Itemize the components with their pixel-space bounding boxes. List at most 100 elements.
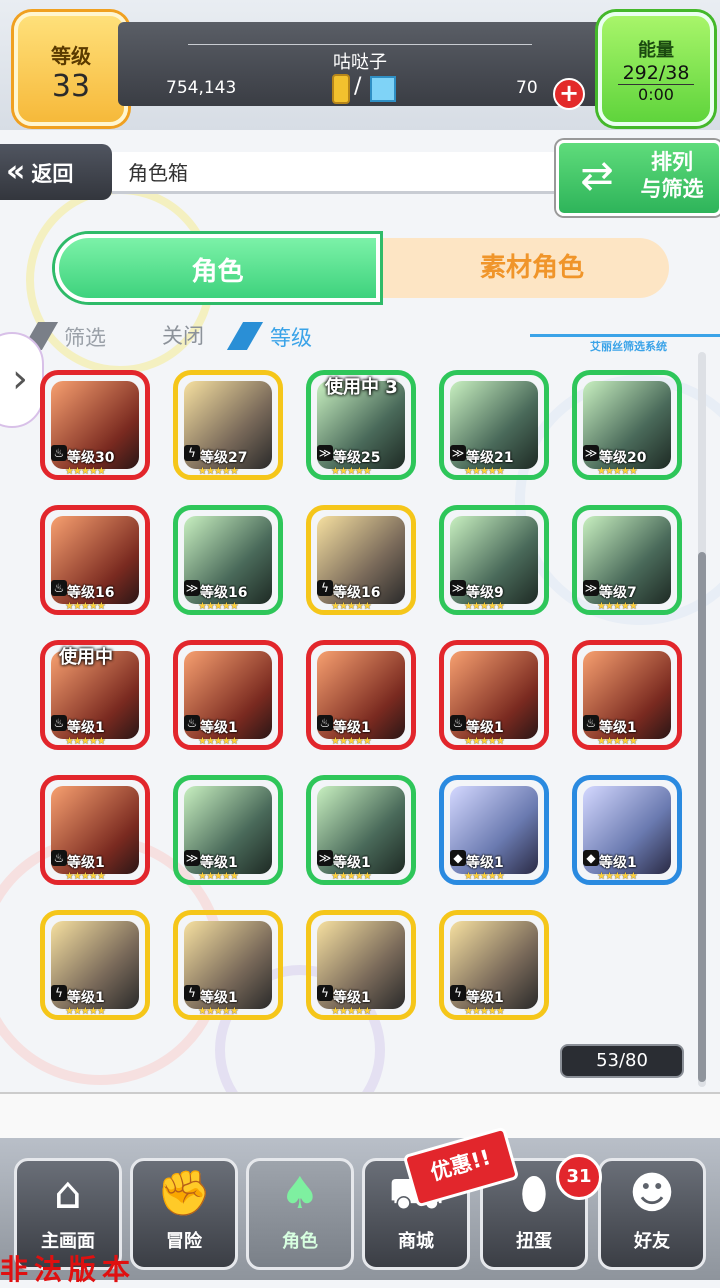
currency-separator: /: [354, 74, 362, 99]
character-level: 等级1: [200, 990, 238, 1006]
element-icon: ϟ: [317, 985, 333, 1001]
gacha-notification-badge: 31: [556, 1154, 602, 1200]
character-card[interactable]: ϟ 等级27 ★★★★★: [173, 370, 283, 480]
character-card[interactable]: ♨ 等级16 ★★★★★: [40, 505, 150, 615]
nav-characters[interactable]: ♠ 角色: [246, 1158, 354, 1270]
element-icon: ♨: [583, 715, 599, 731]
star-rating-icon: ★★★★★: [65, 871, 106, 882]
scrollbar[interactable]: [698, 352, 706, 1087]
character-card[interactable]: ϟ 等级16 ★★★★★: [306, 505, 416, 615]
character-card[interactable]: ≫ 等级20 ★★★★★: [572, 370, 682, 480]
star-rating-icon: ★★★★★: [597, 736, 638, 747]
home-icon: ⌂: [54, 1168, 82, 1219]
screen-nav-bar: «返回 角色箱 ⇄ 排列 与筛选: [0, 140, 720, 216]
star-rating-icon: ★★★★★: [198, 601, 239, 612]
character-level: 等级1: [67, 720, 105, 736]
screen-title: 角色箱: [112, 152, 562, 194]
character-level: 等级20: [599, 450, 647, 466]
character-card[interactable]: ♨ 等级1 ★★★★★: [173, 640, 283, 750]
tab-material-characters[interactable]: 素材角色: [395, 238, 669, 298]
sort-filter-button[interactable]: ⇄ 排列 与筛选: [556, 140, 720, 216]
double-chevron-left-icon: «: [6, 154, 26, 189]
character-card[interactable]: ♨ 等级1 ★★★★★: [439, 640, 549, 750]
character-card[interactable]: ϟ 等级1 ★★★★★: [40, 910, 150, 1020]
character-card[interactable]: ϟ 等级1 ★★★★★: [173, 910, 283, 1020]
star-rating-icon: ★★★★★: [198, 871, 239, 882]
scroll-thumb[interactable]: [698, 552, 706, 1082]
character-level: 等级27: [200, 450, 248, 466]
player-level-box: 等级 33: [14, 12, 128, 126]
element-icon: ≫: [450, 580, 466, 596]
star-rating-icon: ★★★★★: [65, 466, 106, 477]
character-card[interactable]: ♨ 等级1 ★★★★★: [40, 775, 150, 885]
character-level: 等级16: [333, 585, 381, 601]
sort-by-level[interactable]: 等级: [270, 322, 312, 352]
character-level: 等级1: [466, 855, 504, 871]
element-icon: ϟ: [184, 445, 200, 461]
gem-icon: [370, 76, 396, 102]
nav-characters-label: 角色: [282, 1231, 318, 1252]
filter-state[interactable]: 关闭: [162, 320, 204, 350]
character-card[interactable]: ≫ 等级1 ★★★★★: [306, 775, 416, 885]
character-level: 等级21: [466, 450, 514, 466]
character-level: 等级1: [200, 720, 238, 736]
character-card[interactable]: ≫ 等级1 ★★★★★: [173, 775, 283, 885]
top-status-bar: 等级 33 咕哒子 754,143 / 70 + 能量 292/38 0:00: [0, 0, 720, 130]
filter-label[interactable]: 筛选: [64, 322, 106, 352]
element-icon: ◆: [583, 850, 599, 866]
tab-characters[interactable]: 角色: [55, 234, 380, 302]
star-rating-icon: ★★★★★: [597, 466, 638, 477]
element-icon: ♨: [184, 715, 200, 731]
element-icon: ≫: [317, 850, 333, 866]
character-card[interactable]: ◆ 等级1 ★★★★★: [572, 775, 682, 885]
character-card[interactable]: ≫ 等级9 ★★★★★: [439, 505, 549, 615]
element-icon: ◆: [450, 850, 466, 866]
star-rating-icon: ★★★★★: [464, 1006, 505, 1017]
character-card[interactable]: ≫ 等级25 ★★★★★ 使用中 3: [306, 370, 416, 480]
star-rating-icon: ★★★★★: [198, 466, 239, 477]
character-card[interactable]: ≫ 等级7 ★★★★★: [572, 505, 682, 615]
character-card[interactable]: ◆ 等级1 ★★★★★: [439, 775, 549, 885]
energy-box[interactable]: 能量 292/38 0:00: [598, 12, 714, 126]
side-panel-toggle[interactable]: ›: [0, 332, 44, 428]
character-card[interactable]: ♨ 等级1 ★★★★★: [572, 640, 682, 750]
rabbit-icon: ♠: [280, 1168, 320, 1219]
character-card[interactable]: ≫ 等级21 ★★★★★: [439, 370, 549, 480]
watermark: 非法版本: [0, 1253, 137, 1286]
sort-filter-label-2: 与筛选: [640, 177, 704, 201]
element-icon: ≫: [184, 850, 200, 866]
character-card[interactable]: ϟ 等级1 ★★★★★: [439, 910, 549, 1020]
handshake-icon: ✊: [156, 1168, 212, 1219]
nav-friends[interactable]: ☻ 好友: [598, 1158, 706, 1270]
character-level: 等级16: [200, 585, 248, 601]
element-icon: ≫: [317, 445, 333, 461]
character-level: 等级1: [466, 990, 504, 1006]
character-level: 等级1: [67, 855, 105, 871]
star-rating-icon: ★★★★★: [65, 601, 106, 612]
character-level: 等级1: [333, 990, 371, 1006]
energy-label: 能量: [638, 40, 674, 61]
character-level: 等级1: [67, 990, 105, 1006]
element-icon: ≫: [583, 445, 599, 461]
character-level: 等级9: [466, 585, 504, 601]
element-icon: ♨: [51, 580, 67, 596]
element-icon: ♨: [317, 715, 333, 731]
nav-shop-label: 商城: [398, 1231, 434, 1252]
character-card[interactable]: ♨ 等级1 ★★★★★: [306, 640, 416, 750]
star-rating-icon: ★★★★★: [464, 601, 505, 612]
element-icon: ♨: [450, 715, 466, 731]
star-rating-icon: ★★★★★: [65, 736, 106, 747]
sort-filter-label-1: 排列: [651, 150, 693, 174]
nav-adventure[interactable]: ✊ 冒险: [130, 1158, 238, 1270]
back-button[interactable]: «返回: [0, 144, 112, 200]
character-level: 等级7: [599, 585, 637, 601]
character-card[interactable]: ♨ 等级1 ★★★★★ 使用中: [40, 640, 150, 750]
content-footer: [0, 1092, 720, 1140]
character-card[interactable]: ϟ 等级1 ★★★★★: [306, 910, 416, 1020]
element-icon: ϟ: [51, 985, 67, 1001]
friends-icon: ☻: [629, 1168, 675, 1219]
in-use-label: 使用中: [59, 647, 113, 668]
character-card[interactable]: ♨ 等级30 ★★★★★: [40, 370, 150, 480]
add-currency-button[interactable]: +: [553, 78, 585, 110]
character-card[interactable]: ≫ 等级16 ★★★★★: [173, 505, 283, 615]
